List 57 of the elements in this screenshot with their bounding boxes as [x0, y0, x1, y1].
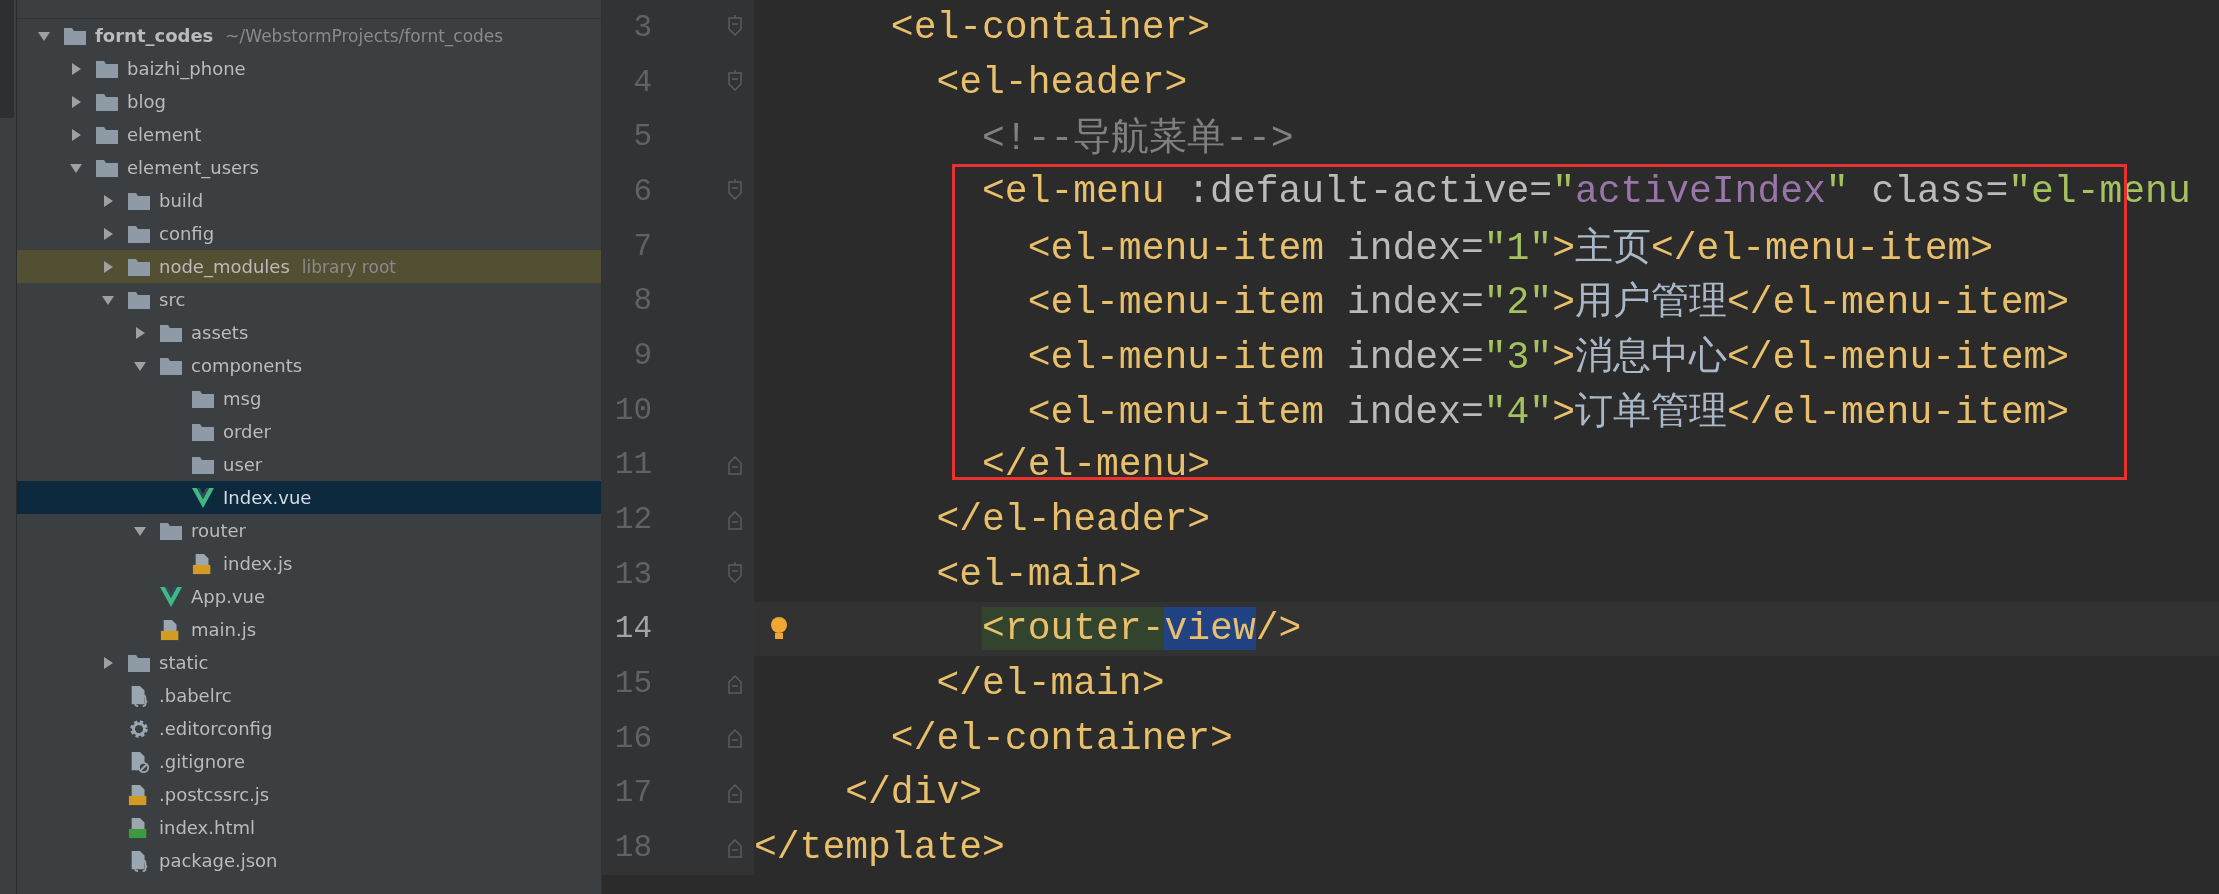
tree-item[interactable]: components	[17, 349, 601, 382]
tree-item[interactable]: msg	[17, 382, 601, 415]
tree-item[interactable]: .gitignore	[17, 745, 601, 778]
code-line: </el-header>	[935, 498, 1211, 542]
tree-item[interactable]: config	[17, 217, 601, 250]
tree-item[interactable]: static	[17, 646, 601, 679]
expand-arrow-icon[interactable]	[69, 61, 83, 76]
code-line: <router-view/>	[981, 607, 1302, 651]
code-line: <el-container>	[889, 5, 1211, 49]
tree-item[interactable]: .postcssrc.js	[17, 778, 601, 811]
expand-arrow-icon[interactable]	[101, 259, 115, 274]
fold-marker-icon[interactable]	[726, 726, 744, 751]
code-line: <el-main>	[935, 552, 1142, 596]
expand-arrow-icon[interactable]	[69, 127, 83, 142]
tree-item[interactable]: node_modules library root	[17, 250, 601, 283]
path-hint: library root	[301, 256, 396, 277]
code-line: </el-main>	[935, 662, 1165, 706]
tree-item[interactable]: .editorconfig	[17, 712, 601, 745]
tree-item[interactable]: src	[17, 283, 601, 316]
code-line: <el-header>	[935, 60, 1188, 104]
tree-item[interactable]: package.json	[17, 844, 601, 877]
lightbulb-icon[interactable]	[770, 615, 788, 642]
code-line: <el-menu-item index="1">主页</el-menu-item>	[1026, 225, 1994, 272]
tree-item[interactable]: main.js	[17, 613, 601, 646]
code-line: <el-menu-item index="3">消息中心</el-menu-item>	[1026, 334, 2070, 381]
code-line: </el-menu>	[981, 443, 1211, 487]
line-number: 14	[613, 611, 652, 647]
expand-arrow-icon[interactable]	[101, 655, 115, 670]
tree-item[interactable]: build	[17, 184, 601, 217]
code-line: </el-container>	[889, 716, 1233, 760]
tree-item[interactable]: .babelrc	[17, 679, 601, 712]
expand-arrow-icon[interactable]	[101, 226, 115, 241]
tree-item[interactable]: router	[17, 514, 601, 547]
tree-item[interactable]: element_users	[17, 151, 601, 184]
code-line: <el-menu-item index="4">订单管理</el-menu-item>	[1026, 389, 2070, 436]
tree-item[interactable]: element	[17, 118, 601, 151]
tree-item[interactable]: App.vue	[17, 580, 601, 613]
tree-item[interactable]: baizhi_phone	[17, 52, 601, 85]
tree-item[interactable]: index.html	[17, 811, 601, 844]
tree-item[interactable]: fornt_codes ~/WebstormProjects/fornt_codes	[17, 19, 601, 52]
tree-item[interactable]: blog	[17, 85, 601, 118]
settings-icon	[127, 717, 151, 740]
tree-item[interactable]: index.js	[17, 547, 601, 580]
code-line: </div>	[844, 771, 983, 815]
code-line: </template>	[754, 826, 1005, 870]
path-hint: ~/WebstormProjects/fornt_codes	[225, 25, 504, 46]
expand-arrow-icon[interactable]	[133, 325, 147, 340]
expand-arrow-icon[interactable]	[101, 193, 115, 208]
tree-item[interactable]: Index.vue	[17, 481, 601, 514]
code-line: <!--导航菜单-->	[981, 116, 1294, 163]
tree-item[interactable]: user	[17, 448, 601, 481]
vue-icon	[159, 585, 183, 608]
tree-item[interactable]: order	[17, 415, 601, 448]
vue-icon	[191, 486, 215, 509]
expand-arrow-icon[interactable]	[69, 94, 83, 109]
tree-item[interactable]: assets	[17, 316, 601, 349]
code-line: <el-menu-item index="2">用户管理</el-menu-item>	[1026, 280, 2070, 327]
